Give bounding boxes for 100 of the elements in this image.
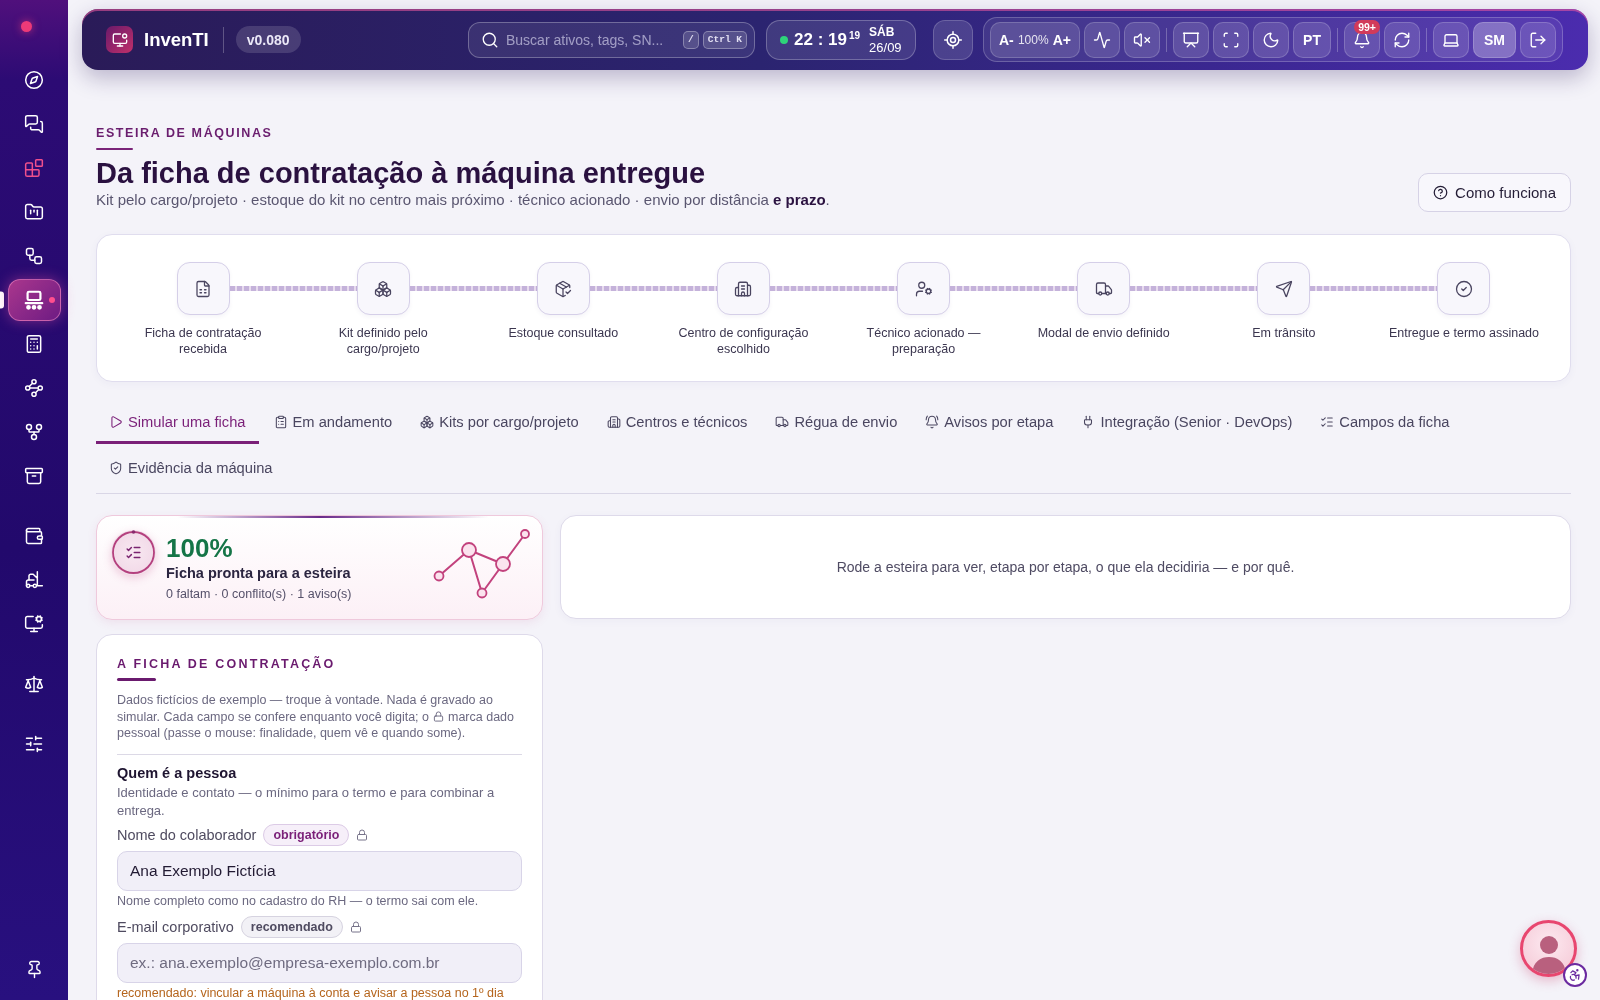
moon-icon	[1262, 30, 1280, 49]
page-title: Da ficha de contratação à máquina entregue	[96, 156, 707, 190]
fullscreen-button[interactable]	[1213, 21, 1249, 58]
version-label: v0.080	[235, 26, 301, 53]
theme-button[interactable]	[1253, 21, 1289, 58]
checklist-ring-icon	[111, 530, 156, 575]
presentation-button[interactable]	[1173, 21, 1209, 58]
target-icon	[943, 29, 963, 50]
boxes-icon	[356, 262, 410, 315]
clock-weekday: SÁB	[869, 24, 896, 40]
locate-button[interactable]	[933, 19, 973, 60]
shield-check-icon	[109, 460, 123, 475]
presentation-icon	[1182, 30, 1200, 49]
section-description: Identidade e contato — o mínimo para o termo e para combinar a entrega.	[117, 783, 496, 820]
step-label: Técnico acionado — preparação	[865, 325, 982, 357]
help-button[interactable]: Como funciona	[1418, 173, 1571, 212]
accessibility-icon	[1568, 968, 1582, 982]
step-label: Em trânsito	[1252, 325, 1316, 342]
field-warning: recomendado: vincular a máquina à conta e avisar a pessoa no 1º dia	[117, 984, 505, 1000]
bell-icon	[925, 414, 940, 429]
field-help: Nome completo como no cadastro do RH — o termo sai com ele.	[117, 892, 480, 909]
page-eyebrow: ESTEIRA DE MÁQUINAS	[96, 126, 274, 141]
tab[interactable]: Régua de envio	[762, 402, 911, 444]
input-field[interactable]: ex.: ana.exemplo@empresa-exemplo.com.br	[117, 942, 522, 983]
step-label: Modal de envio definido	[1037, 325, 1170, 342]
document-icon	[176, 262, 230, 315]
step-label: Centro de configuração escolhido	[677, 325, 810, 357]
empty-state-message: Rode a esteira para ver, etapa por etapa, o que ela decidiria — e por quê.	[836, 559, 1295, 575]
refresh-icon	[1393, 30, 1411, 49]
tab[interactable]: Campos da ficha	[1307, 402, 1463, 444]
step-label: Ficha de contratação recebida	[143, 325, 263, 357]
notifications-button[interactable]: 99+	[1344, 21, 1380, 58]
status-dot-icon	[48, 297, 55, 303]
clock-seconds: 19	[848, 29, 861, 41]
clock-date: 26/09	[869, 39, 902, 55]
step-label: Kit definido pelo cargo/projeto	[337, 325, 429, 357]
field-label: Nome do colaborador	[117, 826, 257, 843]
building-icon	[716, 262, 770, 315]
refresh-button[interactable]	[1384, 21, 1420, 58]
fullscreen-icon	[1222, 30, 1240, 49]
checklist-icon	[1320, 414, 1335, 429]
clipboard-icon	[273, 414, 288, 429]
help-icon	[1433, 185, 1449, 200]
truck-icon	[1077, 262, 1131, 315]
app-name: InvenTI	[144, 28, 209, 51]
intro-text: Dados fictícios de exemplo — troque à vontade. Nada é gravado ao simular. Cada campo se confere enquanto você digita; o marca dado pessoal (passe o mouse: finalidade, quem vê e quando some).	[117, 692, 515, 742]
readiness-summary: 0 faltam · 0 conflito(s) · 1 aviso(s)	[166, 586, 352, 603]
chart-point	[520, 529, 530, 539]
building-icon	[606, 414, 621, 429]
speaker-muted-icon	[1133, 30, 1151, 49]
truck-icon	[775, 414, 790, 429]
tab[interactable]: Centros e técnicos	[593, 402, 761, 444]
user-button[interactable]: SM	[1473, 21, 1516, 58]
logout-button[interactable]	[1520, 21, 1556, 58]
step-label: Estoque consultado	[508, 325, 619, 342]
status-dot-icon	[21, 21, 32, 32]
input-field[interactable]: Ana Exemplo Fictícia	[117, 850, 522, 891]
required-tag: obrigatório	[263, 823, 350, 846]
decrease-font-button[interactable]: A-	[999, 31, 1014, 48]
search-field[interactable]: Buscar ativos, tags, SN... / Ctrl K	[468, 21, 755, 58]
section-title: Quem é a pessoa	[117, 763, 238, 782]
package-check-icon	[536, 262, 590, 315]
chart-point	[476, 587, 488, 599]
lock-icon	[433, 710, 444, 722]
accessibility-button[interactable]	[1563, 963, 1587, 987]
tab[interactable]: Simular uma ficha	[96, 402, 259, 444]
device-button[interactable]	[1433, 21, 1469, 58]
sidebar-item[interactable]	[7, 279, 61, 321]
tab[interactable]: Em andamento	[260, 402, 406, 444]
search-input[interactable]: Buscar ativos, tags, SN...	[506, 31, 677, 48]
shortcut-key: /	[683, 30, 699, 49]
search-icon	[481, 30, 499, 49]
shortcut-key: Ctrl K	[702, 30, 747, 49]
send-icon	[1257, 262, 1311, 315]
recommended-tag: recomendado	[240, 915, 343, 938]
mute-button[interactable]	[1124, 21, 1160, 58]
tab[interactable]: Avisos por etapa	[912, 402, 1067, 444]
notification-count: 99+	[1354, 19, 1380, 34]
form-title: A FICHA DE CONTRATAÇÃO	[117, 656, 337, 672]
tab[interactable]: Evidência da máquina	[96, 448, 286, 490]
step-label: Entregue e termo assinado	[1388, 325, 1539, 342]
boxes-icon	[420, 414, 435, 429]
chart-point	[433, 570, 445, 582]
active-indicator	[0, 291, 4, 309]
tab[interactable]: Kits por cargo/projeto	[407, 402, 592, 444]
pulse-icon	[1093, 30, 1111, 49]
language-button[interactable]: PT	[1293, 21, 1331, 58]
activity-button[interactable]	[1084, 21, 1120, 58]
page-subtitle: Kit pelo cargo/projeto · estoque do kit no centro mais próximo · técnico acionado · envio por distância e prazo.	[96, 190, 830, 210]
increase-font-button[interactable]: A+	[1052, 31, 1071, 48]
chart-point	[461, 542, 477, 558]
field-label: E-mail corporativo	[117, 918, 234, 935]
logout-icon	[1529, 30, 1547, 49]
readiness-percent: 100%	[166, 533, 234, 563]
clock-time: 22 : 19	[794, 29, 847, 50]
font-size-value: 100%	[1017, 32, 1049, 47]
tab[interactable]: Integração (Senior · DevOps)	[1068, 402, 1306, 444]
assistant-button[interactable]	[1520, 920, 1577, 977]
play-icon	[109, 414, 123, 429]
chart-point	[495, 556, 511, 572]
